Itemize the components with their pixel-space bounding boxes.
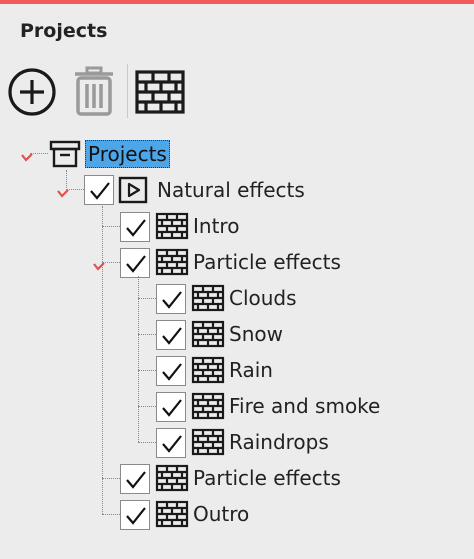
- panel-title: Projects: [20, 20, 108, 42]
- tree-connector: [138, 298, 156, 299]
- checkmark-icon: [162, 327, 182, 345]
- tree-item-icon: [191, 392, 225, 424]
- brick-wall-icon: [191, 284, 225, 312]
- tree-item-label[interactable]: Raindrops: [229, 428, 329, 456]
- play-box-icon: [118, 176, 148, 204]
- tree-connector: [138, 406, 156, 407]
- item-checkbox[interactable]: [120, 248, 150, 278]
- tree-item-icon: [191, 356, 225, 388]
- item-checkbox[interactable]: [120, 500, 150, 530]
- tree-item-label[interactable]: Natural effects: [157, 176, 305, 204]
- tree-item-icon: [155, 248, 189, 280]
- tree-item-label[interactable]: Snow: [229, 320, 283, 348]
- checkmark-icon: [90, 182, 110, 200]
- add-sequence-button[interactable]: [134, 66, 186, 118]
- toolbar-separator: [127, 64, 128, 118]
- tree-item-label[interactable]: Fire and smoke: [229, 392, 380, 420]
- item-checkbox[interactable]: [156, 392, 186, 422]
- tree-item-icon: [49, 140, 81, 172]
- tree-item-icon: [191, 284, 225, 316]
- tree-connector: [66, 170, 67, 188]
- tree-item-label[interactable]: Particle effects: [193, 464, 341, 492]
- tree-connector: [102, 478, 120, 479]
- brick-wall-icon: [135, 70, 185, 114]
- checkmark-icon: [162, 291, 182, 309]
- tree-item-label[interactable]: Intro: [193, 212, 239, 240]
- brick-wall-icon: [191, 320, 225, 348]
- tree-connector: [138, 370, 156, 371]
- brick-wall-icon: [191, 392, 225, 420]
- tree-item-root[interactable]: Projects: [85, 140, 170, 168]
- tree-item-icon: [155, 464, 189, 496]
- chevron-down-icon: [21, 153, 33, 162]
- expand-toggle[interactable]: [56, 184, 70, 198]
- brick-wall-icon: [155, 248, 189, 276]
- chevron-down-icon: [93, 262, 105, 271]
- brick-wall-icon: [155, 212, 189, 240]
- tree-connector: [138, 276, 139, 442]
- checkmark-icon: [126, 219, 146, 237]
- item-checkbox[interactable]: [120, 464, 150, 494]
- trash-icon: [75, 66, 113, 116]
- brick-wall-icon: [155, 500, 189, 528]
- item-checkbox[interactable]: [156, 284, 186, 314]
- brick-wall-icon: [191, 356, 225, 384]
- tree-connector: [138, 442, 156, 443]
- item-checkbox[interactable]: [156, 356, 186, 386]
- tree-connector: [102, 206, 103, 514]
- tree-item-icon: [191, 320, 225, 352]
- tree-connector: [102, 514, 120, 515]
- tree-connector: [102, 226, 120, 227]
- checkmark-icon: [126, 255, 146, 273]
- add-circle-icon: [8, 68, 56, 116]
- tree-item-label[interactable]: Particle effects: [193, 248, 341, 276]
- top-accent-bar: [0, 0, 474, 4]
- checkmark-icon: [162, 435, 182, 453]
- tree-connector: [30, 153, 48, 154]
- tree-item-icon: [118, 176, 148, 208]
- brick-wall-icon: [191, 428, 225, 456]
- tree-item-label[interactable]: Outro: [193, 500, 249, 528]
- add-button[interactable]: [6, 66, 58, 118]
- checkmark-icon: [126, 507, 146, 525]
- expand-toggle[interactable]: [92, 257, 106, 271]
- tree-item-icon: [191, 428, 225, 460]
- tree-connector: [102, 262, 120, 263]
- tree-connector: [138, 334, 156, 335]
- checkmark-icon: [162, 363, 182, 381]
- delete-button[interactable]: [70, 66, 118, 118]
- item-checkbox[interactable]: [156, 428, 186, 458]
- tree-item-icon: [155, 212, 189, 244]
- chevron-down-icon: [57, 189, 69, 198]
- checkmark-icon: [162, 399, 182, 417]
- checkmark-icon: [126, 471, 146, 489]
- tree-item-label[interactable]: Rain: [229, 356, 273, 384]
- archive-box-icon: [49, 140, 81, 168]
- item-checkbox[interactable]: [120, 212, 150, 242]
- expand-toggle[interactable]: [20, 148, 34, 162]
- item-checkbox[interactable]: [156, 320, 186, 350]
- tree-item-label[interactable]: Clouds: [229, 284, 297, 312]
- tree-item-icon: [155, 500, 189, 532]
- tree-connector: [66, 189, 84, 190]
- brick-wall-icon: [155, 464, 189, 492]
- item-checkbox[interactable]: [84, 175, 114, 205]
